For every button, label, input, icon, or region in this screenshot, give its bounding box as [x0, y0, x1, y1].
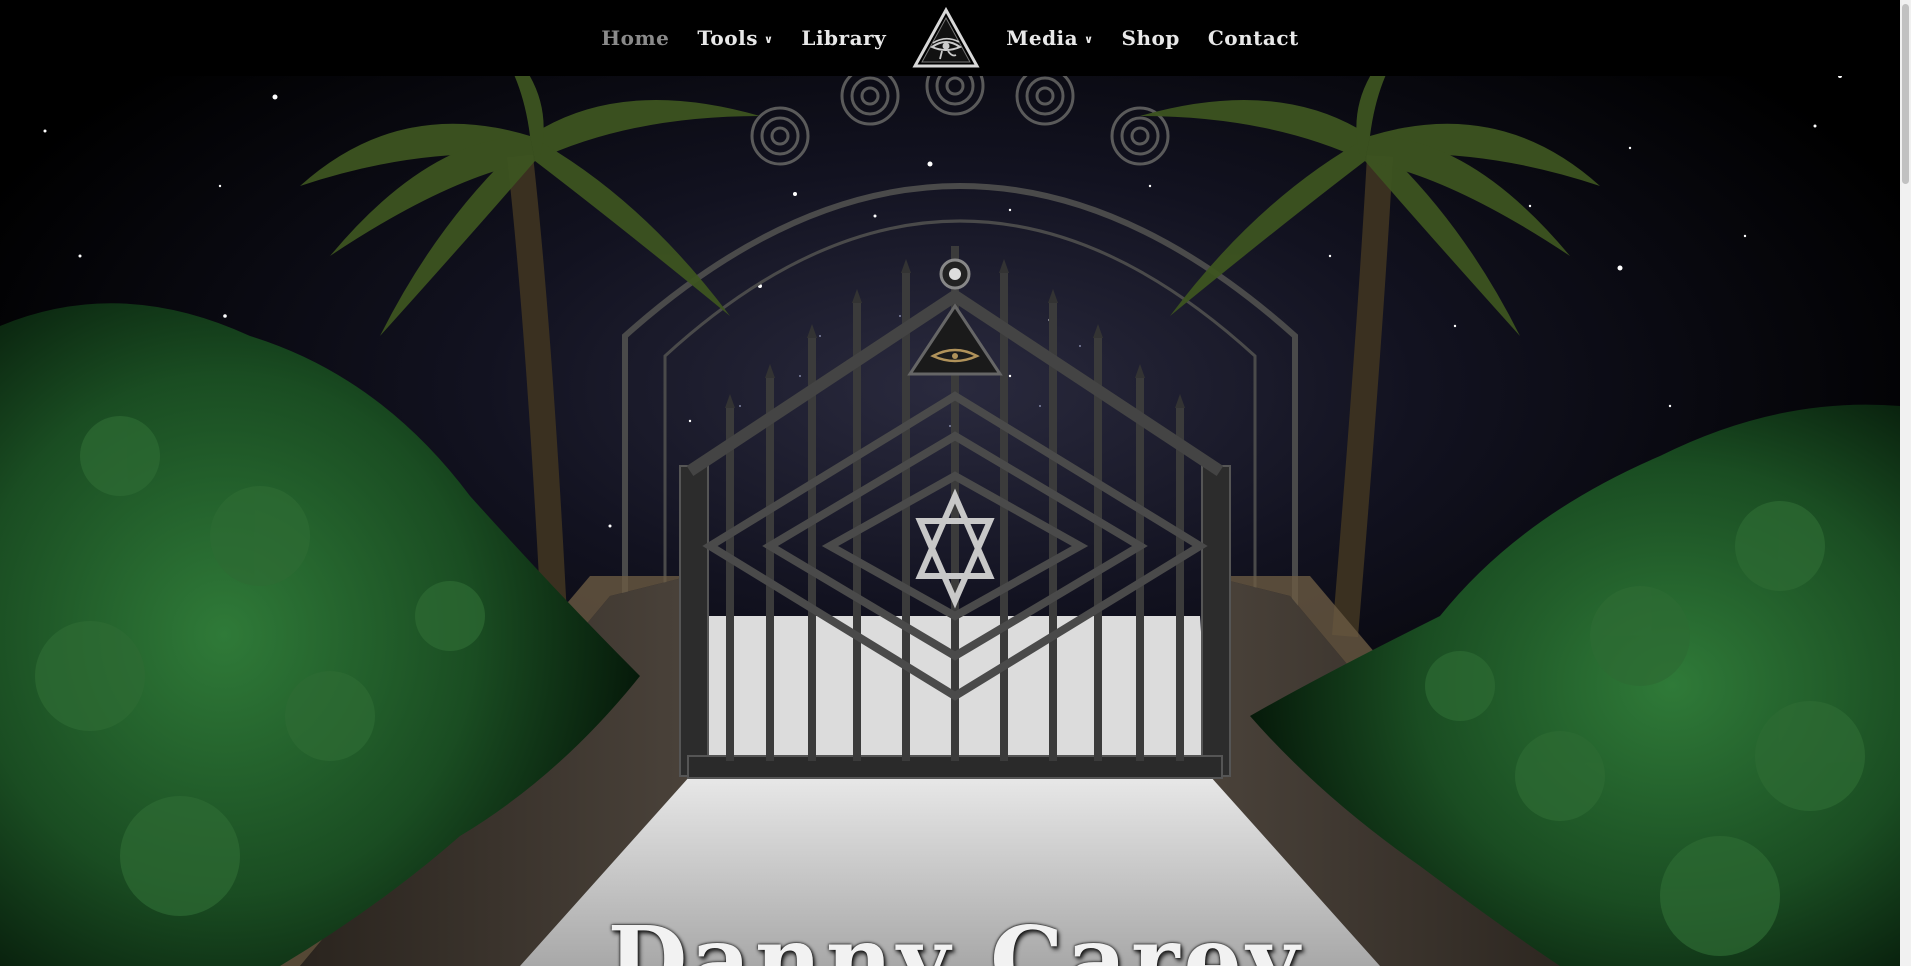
nav-item-home[interactable]: Home — [601, 26, 669, 50]
site-logo[interactable] — [912, 7, 980, 69]
page-scrollbar[interactable] — [1900, 0, 1911, 966]
nav-item-label: Contact — [1207, 26, 1299, 50]
nav-right-group: Media ∨ Shop Contact — [1006, 26, 1299, 50]
hero-section — [0, 76, 1900, 966]
hero-scene — [0, 76, 1900, 966]
nav-item-media[interactable]: Media ∨ — [1006, 26, 1093, 50]
nav-item-label: Library — [801, 26, 887, 50]
nav-left-group: Home Tools ∨ Library — [601, 26, 886, 50]
nav-item-tools[interactable]: Tools ∨ — [697, 26, 773, 50]
nav-item-label: Media — [1006, 26, 1079, 50]
eye-of-horus-triangle-icon — [912, 7, 980, 68]
hero-title: Danny Carey — [607, 906, 1304, 966]
chevron-down-icon: ∨ — [1084, 32, 1094, 46]
nav-item-library[interactable]: Library — [801, 26, 886, 50]
scrollbar-thumb[interactable] — [1902, 4, 1909, 184]
nav-item-shop[interactable]: Shop — [1122, 26, 1180, 50]
nav-item-label: Shop — [1121, 26, 1180, 50]
nav-item-contact[interactable]: Contact — [1208, 26, 1299, 50]
nav-item-label: Tools — [697, 26, 758, 50]
chevron-down-icon: ∨ — [763, 32, 774, 46]
main-navigation: Home Tools ∨ Library Media ∨ Shop Contac… — [0, 0, 1900, 76]
nav-item-label: Home — [601, 26, 670, 50]
